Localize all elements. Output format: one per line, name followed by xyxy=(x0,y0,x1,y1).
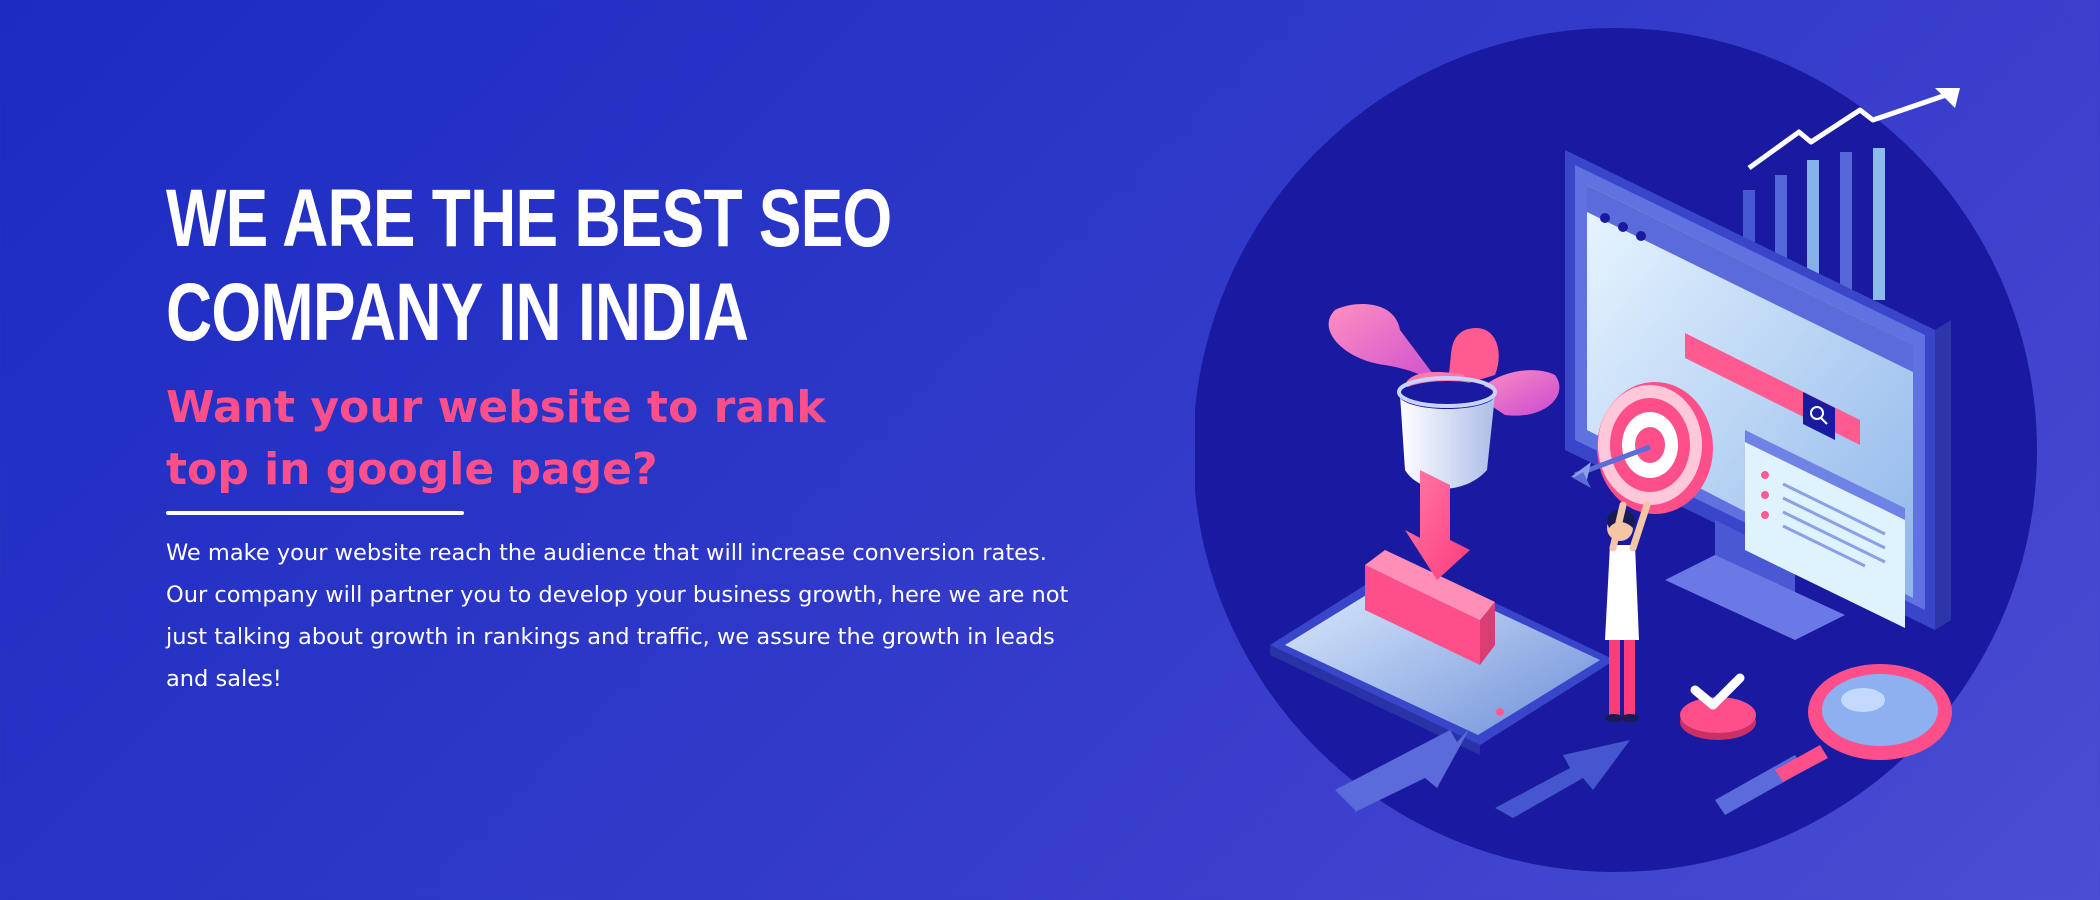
target-icon xyxy=(1597,382,1713,514)
hero-subheading: Want your website to rank top in google … xyxy=(166,382,826,495)
heading-divider xyxy=(166,511,464,515)
hero-heading: WE ARE THE BEST SEO COMPANY IN INDIA xyxy=(166,173,892,358)
hero-text-block: WE ARE THE BEST SEO COMPANY IN INDIA Wan… xyxy=(166,172,1126,692)
seo-illustration xyxy=(1193,0,2100,900)
seo-hero-banner: WE ARE THE BEST SEO COMPANY IN INDIA Wan… xyxy=(0,0,2100,900)
hero-description: We make your website reach the audience … xyxy=(166,540,1069,692)
